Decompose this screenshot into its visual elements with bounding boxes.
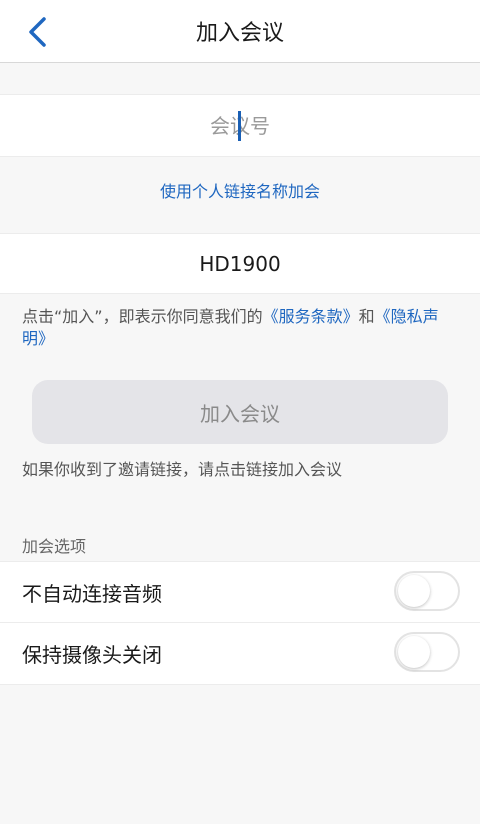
option-label: 保持摄像头关闭 <box>22 643 162 667</box>
camera-off-toggle[interactable] <box>394 632 460 672</box>
toggle-knob <box>398 575 430 607</box>
terms-connector: 和 <box>358 307 375 326</box>
personal-link-join-link[interactable]: 使用个人链接名称加会 <box>0 178 480 202</box>
page-title: 加入会议 <box>195 21 284 46</box>
terms-prefix: 点击“加入”，即表示你同意我们的 <box>22 307 263 326</box>
terms-text: 点击“加入”，即表示你同意我们的《服务条款》和《隐私声明》 <box>22 306 462 350</box>
auto-audio-toggle[interactable] <box>394 571 460 611</box>
join-meeting-button[interactable]: 加入会议 <box>32 380 448 444</box>
nickname-input[interactable] <box>88 250 392 277</box>
invite-hint: 如果你收到了邀请链接，请点击链接加入会议 <box>22 460 343 479</box>
nickname-row <box>0 233 480 294</box>
back-button[interactable] <box>22 14 52 50</box>
option-label: 不自动连接音频 <box>22 581 162 606</box>
option-no-auto-audio: 不自动连接音频 <box>0 561 480 623</box>
options-section-title: 加会选项 <box>22 537 87 556</box>
option-keep-camera-off: 保持摄像头关闭 <box>0 623 480 685</box>
top-bar: 加入会议 <box>0 0 480 63</box>
chevron-left-icon <box>29 17 46 47</box>
toggle-knob <box>398 636 430 668</box>
service-terms-link[interactable]: 《服务条款》 <box>263 307 359 326</box>
text-cursor <box>238 111 241 141</box>
